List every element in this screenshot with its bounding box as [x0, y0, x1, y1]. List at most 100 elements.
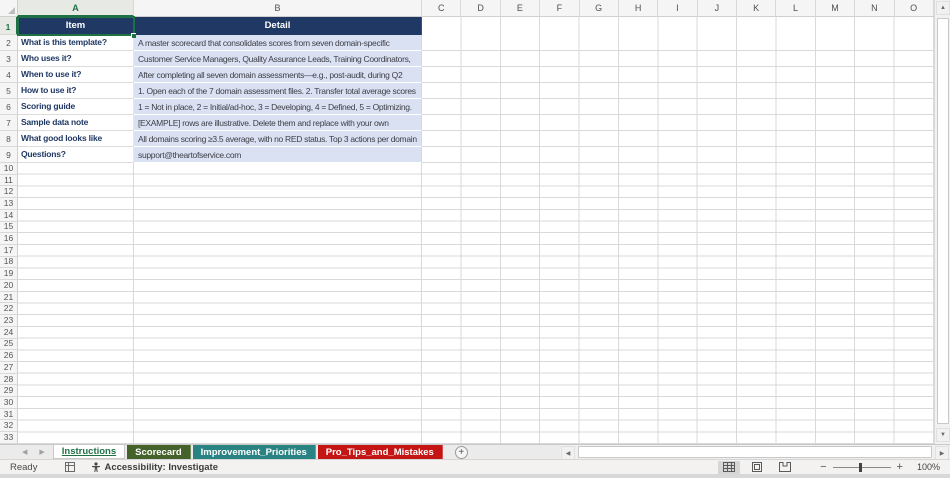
column-header-a[interactable]: A — [18, 0, 134, 17]
column-header[interactable]: E — [500, 0, 541, 17]
row-number[interactable]: 27 — [0, 362, 18, 374]
row-number[interactable]: 8 — [0, 131, 18, 147]
new-sheet-button[interactable]: + — [454, 446, 468, 459]
row-number[interactable]: 33 — [0, 432, 18, 444]
row-number[interactable]: 20 — [0, 280, 18, 292]
row-number[interactable]: 28 — [0, 374, 18, 386]
row-number[interactable]: 18 — [0, 256, 18, 269]
row-number[interactable]: 29 — [0, 385, 18, 398]
row-number[interactable]: 32 — [0, 420, 18, 433]
detail-cell[interactable]: 1 = Not in place, 2 = Initial/ad-hoc, 3 … — [134, 99, 422, 115]
row-number[interactable]: 12 — [0, 186, 18, 199]
item-cell[interactable]: Who uses it? — [18, 51, 134, 67]
row-number[interactable]: 9 — [0, 147, 18, 163]
column-header[interactable]: I — [658, 0, 698, 17]
column-header[interactable]: K — [737, 0, 777, 17]
column-header[interactable]: M — [815, 0, 856, 17]
column-header[interactable]: J — [697, 0, 737, 17]
fill-handle[interactable] — [131, 33, 136, 38]
row-number[interactable]: 24 — [0, 327, 18, 339]
row-number[interactable]: 4 — [0, 67, 18, 83]
item-cell[interactable]: Questions? — [18, 147, 134, 163]
column-header[interactable]: D — [461, 0, 501, 17]
sheet-tab[interactable]: Scorecard — [127, 445, 191, 459]
row-number[interactable]: 5 — [0, 83, 18, 99]
row-number[interactable]: 16 — [0, 233, 18, 245]
tab-nav-right-icon[interactable]: ▶ — [39, 448, 44, 456]
row-number[interactable]: 31 — [0, 409, 18, 421]
sheet-tab[interactable]: Pro_Tips_and_Mistakes — [317, 445, 443, 459]
table-row: 8 What good looks like All domains scori… — [0, 131, 422, 147]
detail-cell[interactable]: Customer Service Managers, Quality Assur… — [134, 51, 422, 67]
item-cell[interactable]: What good looks like — [18, 131, 134, 147]
scroll-up-icon[interactable]: ▲ — [936, 1, 950, 15]
detail-cell[interactable]: A master scorecard that consolidates sco… — [134, 35, 422, 51]
column-header[interactable]: L — [776, 0, 816, 17]
scroll-down-icon[interactable]: ▼ — [936, 428, 950, 442]
row-number[interactable]: 23 — [0, 315, 18, 327]
accessibility-status-button[interactable]: Accessibility: Investigate — [91, 462, 218, 473]
item-cell[interactable]: When to use it? — [18, 67, 134, 83]
macro-record-icon[interactable] — [65, 462, 76, 472]
select-all-button[interactable] — [0, 0, 18, 17]
column-header[interactable]: G — [579, 0, 619, 17]
row-number[interactable]: 15 — [0, 221, 18, 234]
row-number[interactable]: 14 — [0, 210, 18, 222]
table-row: 7 Sample data note [EXAMPLE] rows are il… — [0, 115, 422, 131]
horizontal-scrollbar[interactable]: ◀ ▶ — [560, 445, 950, 460]
row-number[interactable]: 6 — [0, 99, 18, 115]
detail-cell[interactable]: After completing all seven domain assess… — [134, 67, 422, 83]
vertical-scrollbar[interactable]: ▲ ▼ — [934, 0, 950, 444]
zoom-in-button[interactable]: + — [891, 461, 909, 473]
horizontal-scrollbar-thumb[interactable] — [578, 446, 932, 458]
column-headers-rest: CDEFGHIJKLMNO — [422, 0, 934, 17]
tab-nav-arrows: ◀ ▶ — [0, 445, 53, 459]
row-number[interactable]: 26 — [0, 350, 18, 362]
cell-b1-detail-header[interactable]: Detail — [134, 17, 422, 35]
item-cell[interactable]: Scoring guide — [18, 99, 134, 115]
column-header[interactable]: F — [540, 0, 580, 17]
zoom-slider-thumb[interactable] — [858, 462, 862, 472]
row-number[interactable]: 7 — [0, 115, 18, 131]
row-number[interactable]: 3 — [0, 51, 18, 67]
sheet-tab[interactable]: Improvement_Priorities — [192, 445, 316, 459]
detail-cell[interactable]: [EXAMPLE] rows are illustrative. Delete … — [134, 115, 422, 131]
row-number-1[interactable]: 1 — [0, 17, 18, 35]
scroll-right-icon[interactable]: ▶ — [935, 446, 949, 460]
detail-cell[interactable]: 1. Open each of the 7 domain assessment … — [134, 83, 422, 99]
page-layout-view-button[interactable] — [746, 461, 768, 474]
table-row: 6 Scoring guide 1 = Not in place, 2 = In… — [0, 99, 422, 115]
tab-nav-left-icon[interactable]: ◀ — [22, 448, 27, 456]
row-number[interactable]: 19 — [0, 268, 18, 281]
sheet-tab[interactable]: Instructions — [52, 445, 126, 459]
zoom-slider[interactable] — [832, 462, 891, 472]
detail-cell[interactable]: support@theartofservice.com — [134, 147, 422, 163]
row-number[interactable]: 17 — [0, 245, 18, 257]
item-cell[interactable]: Sample data note — [18, 115, 134, 131]
item-cell[interactable]: How to use it? — [18, 83, 134, 99]
row-number[interactable]: 11 — [0, 175, 18, 187]
row-number[interactable]: 30 — [0, 397, 18, 409]
item-cell[interactable]: What is this template? — [18, 35, 134, 51]
row-number[interactable]: 22 — [0, 303, 18, 316]
row-number[interactable]: 10 — [0, 163, 18, 175]
normal-view-button[interactable] — [718, 460, 741, 474]
cell-a1-item-header[interactable]: Item — [18, 17, 134, 35]
column-header[interactable]: H — [618, 0, 659, 17]
detail-text: support@theartofservice.com — [138, 150, 242, 160]
column-header[interactable]: O — [894, 0, 934, 17]
scroll-left-icon[interactable]: ◀ — [561, 446, 575, 460]
row-number[interactable]: 21 — [0, 292, 18, 304]
row-number[interactable]: 13 — [0, 198, 18, 210]
column-header-b[interactable]: B — [134, 0, 422, 17]
page-break-preview-button[interactable] — [774, 461, 796, 474]
zoom-out-button[interactable]: − — [814, 461, 832, 473]
column-header[interactable]: N — [855, 0, 895, 17]
zoom-level-label[interactable]: 100% — [917, 462, 940, 472]
vertical-scrollbar-thumb[interactable] — [937, 18, 949, 424]
column-header[interactable]: C — [422, 0, 462, 17]
row-number[interactable]: 2 — [0, 35, 18, 51]
detail-cell[interactable]: All domains scoring ≥3.5 average, with n… — [134, 131, 422, 147]
row-number[interactable]: 25 — [0, 338, 18, 351]
detail-text: 1 = Not in place, 2 = Initial/ad-hoc, 3 … — [138, 102, 412, 112]
